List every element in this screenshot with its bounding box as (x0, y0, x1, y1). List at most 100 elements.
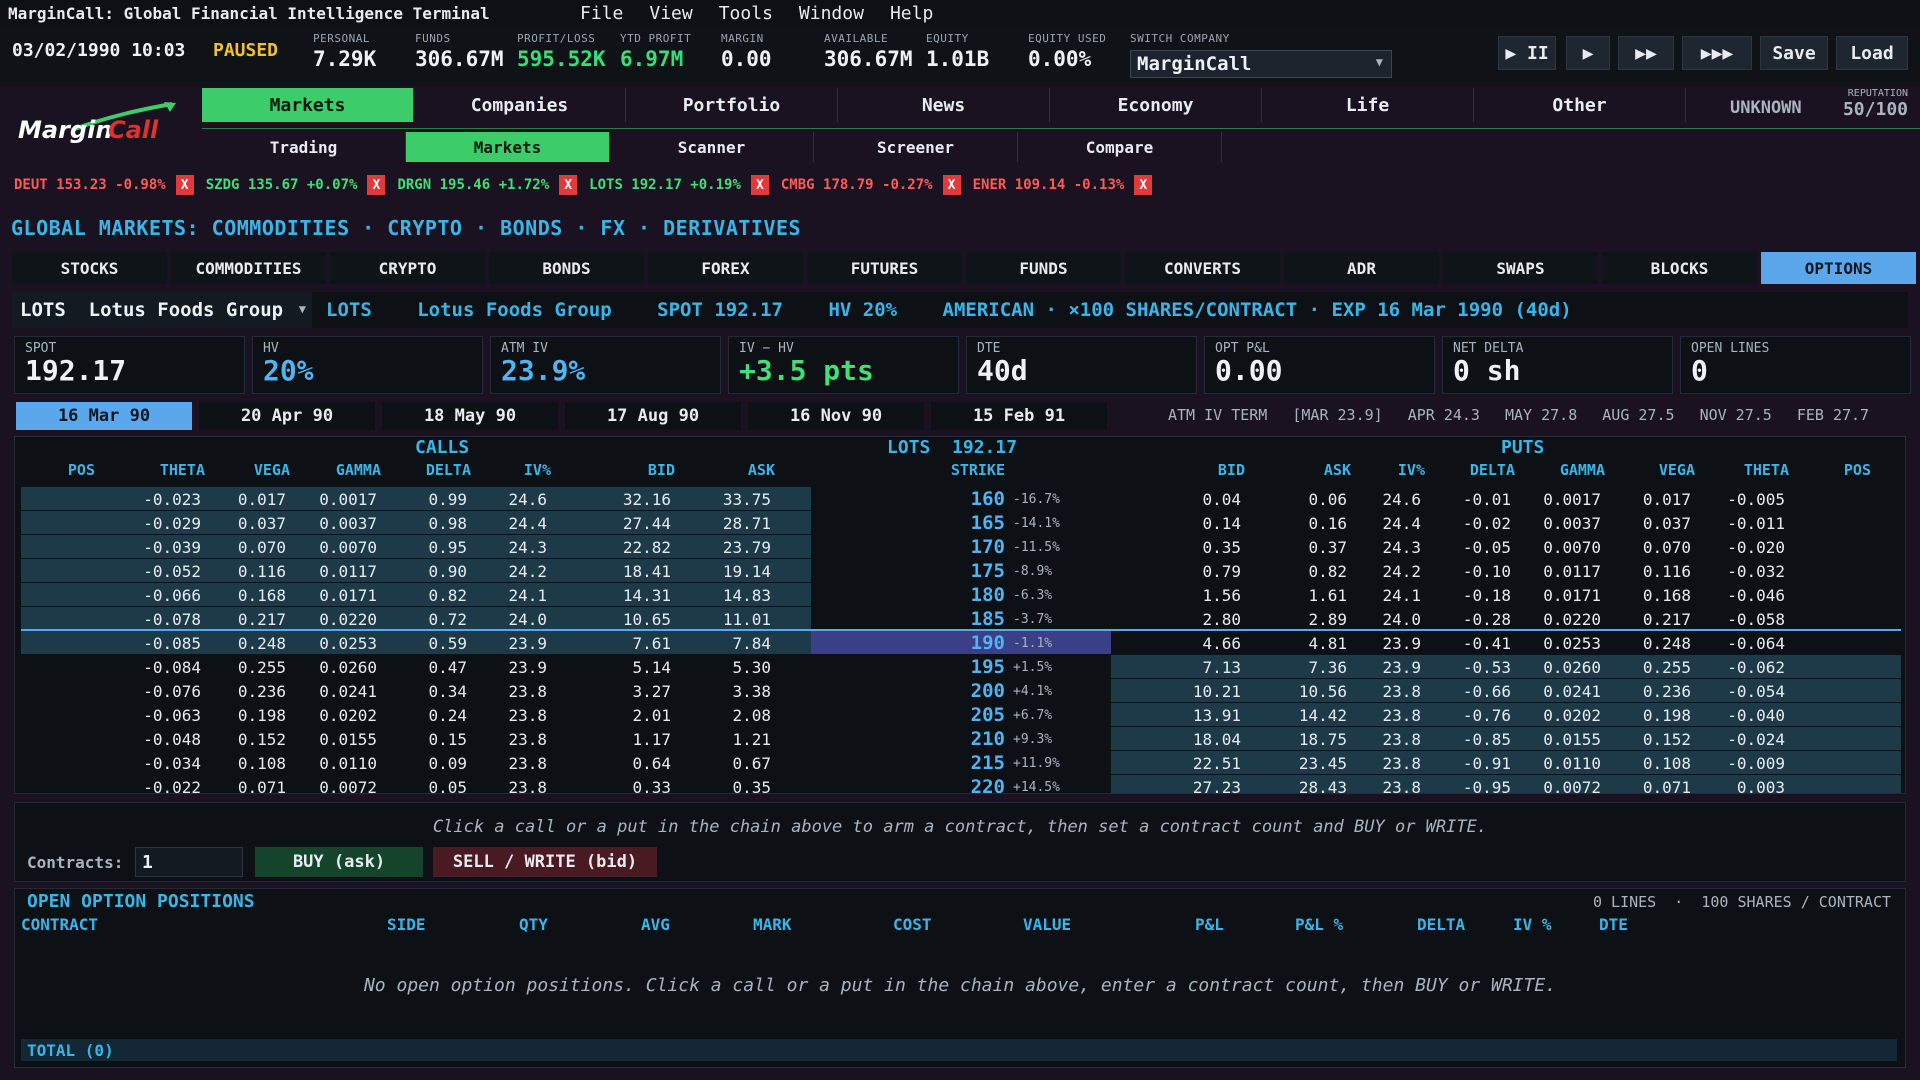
close-icon[interactable]: X (559, 175, 578, 195)
expiry-tab[interactable]: 16 Mar 90 (16, 402, 192, 430)
subnav-compare[interactable]: Compare (1018, 132, 1222, 162)
close-icon[interactable]: X (750, 175, 769, 195)
subnav-scanner[interactable]: Scanner (610, 132, 814, 162)
expiry-tab[interactable]: 15 Feb 91 (931, 402, 1107, 430)
nav-companies[interactable]: Companies (414, 88, 626, 122)
tab-forex[interactable]: FOREX (648, 252, 803, 284)
call-vega: 0.236 (237, 682, 286, 701)
col-put-iv: IV% (1397, 461, 1425, 479)
fastest-forward-button[interactable]: ▶▶▶ (1682, 36, 1752, 70)
ticker-item[interactable]: CMBG 178.79 -0.27% X (781, 175, 961, 195)
fast-forward-button[interactable]: ▶▶ (1618, 36, 1674, 70)
strike-price: 205 (970, 704, 1005, 726)
tab-commodities[interactable]: COMMODITIES (171, 252, 326, 284)
buy-button[interactable]: BUY (ask) (255, 847, 423, 877)
play-button[interactable]: ▶ (1566, 36, 1610, 70)
expiry-tab[interactable]: 20 Apr 90 (199, 402, 375, 430)
tab-swaps[interactable]: SWAPS (1443, 252, 1598, 284)
menu-help[interactable]: Help (890, 3, 933, 24)
tab-blocks[interactable]: BLOCKS (1602, 252, 1757, 284)
nav-markets[interactable]: Markets (202, 88, 414, 122)
put-gamma: 0.0241 (1543, 682, 1601, 701)
call-iv: 24.1 (508, 586, 547, 605)
margincall-logo: Margin Call (14, 100, 184, 150)
contracts-input[interactable]: 1 (135, 847, 243, 877)
company-select[interactable]: MarginCall ▼ (1130, 50, 1392, 78)
step-pause-button[interactable]: ▶ II (1498, 36, 1556, 70)
close-icon[interactable]: X (942, 175, 961, 195)
stat-margin: MARGIN 0.00 (721, 32, 772, 71)
expiry-tab[interactable]: 18 May 90 (382, 402, 558, 430)
nav-life[interactable]: Life (1262, 88, 1474, 122)
close-icon[interactable]: X (1134, 175, 1153, 195)
put-theta: -0.040 (1727, 706, 1785, 725)
tab-bonds[interactable]: BONDS (489, 252, 644, 284)
menu-tools[interactable]: Tools (719, 3, 773, 24)
sell-write-button[interactable]: SELL / WRITE (bid) (433, 847, 657, 877)
term-item: FEB 27.7 (1796, 406, 1870, 424)
tab-futures[interactable]: FUTURES (807, 252, 962, 284)
call-ask: 0.67 (732, 754, 771, 773)
col-side: SIDE (387, 915, 426, 934)
nav-economy[interactable]: Economy (1050, 88, 1262, 122)
expiry-tab[interactable]: 16 Nov 90 (748, 402, 924, 430)
put-iv: 23.9 (1382, 634, 1421, 653)
menu-view[interactable]: View (649, 3, 692, 24)
col-put-delta: DELTA (1469, 461, 1515, 479)
col-value: VALUE (1023, 915, 1072, 934)
put-ask: 0.82 (1308, 562, 1347, 581)
call-iv: 23.8 (508, 778, 547, 794)
load-button[interactable]: Load (1836, 36, 1908, 70)
metric-value: 0.00 (1215, 354, 1283, 387)
ticker-item[interactable]: ENER 109.14 -0.13% X (973, 175, 1153, 195)
subnav-screener[interactable]: Screener (814, 132, 1018, 162)
put-delta: -0.85 (1462, 730, 1511, 749)
close-icon[interactable]: X (175, 175, 194, 195)
metric-atm-iv: ATM IV 23.9% (490, 336, 721, 394)
expiry-tab[interactable]: 17 Aug 90 (565, 402, 741, 430)
nav-portfolio[interactable]: Portfolio (626, 88, 838, 122)
col-put-theta: THETA (1743, 461, 1789, 479)
chain-rows: -0.023 0.017 0.0017 0.99 24.6 32.16 33.75 0.04 0… (21, 487, 1901, 794)
subnav-markets[interactable]: Markets (406, 132, 610, 162)
ticker-text: CMBG 178.79 -0.27% (780, 177, 933, 193)
tab-crypto[interactable]: CRYPTO (330, 252, 485, 284)
put-iv: 24.1 (1382, 586, 1421, 605)
stat-value: 0.00 (721, 47, 772, 71)
stat-value: 306.67M (824, 47, 913, 71)
calls-label: CALLS (415, 437, 470, 458)
strike-moneyness: -11.5% (1013, 540, 1060, 555)
ticker-item[interactable]: DRGN 195.46 +1.72% X (397, 175, 578, 195)
put-iv: 23.8 (1382, 778, 1421, 794)
nav-news[interactable]: News (838, 88, 1050, 122)
put-delta: -0.95 (1462, 778, 1511, 794)
tab-adr[interactable]: ADR (1284, 252, 1439, 284)
symbol-row: LOTS Lotus Foods Group ▼ LOTS Lotus Food… (12, 292, 1908, 328)
save-button[interactable]: Save (1760, 36, 1828, 70)
put-ask: 18.75 (1298, 730, 1347, 749)
menu-file[interactable]: File (580, 3, 623, 24)
nav-other[interactable]: Other (1474, 88, 1686, 122)
put-vega: 0.071 (1642, 778, 1691, 794)
menu-window[interactable]: Window (799, 3, 864, 24)
ticker-item[interactable]: SZDG 135.67 +0.07% X (206, 175, 386, 195)
ticker-item[interactable]: DEUT 153.23 -0.98% X (14, 175, 194, 195)
put-ask: 14.42 (1298, 706, 1347, 725)
tab-converts[interactable]: CONVERTS (1125, 252, 1280, 284)
subnav-trading[interactable]: Trading (202, 132, 406, 162)
call-ask: 7.84 (732, 634, 771, 653)
ticker-item[interactable]: LOTS 192.17 +0.19% X (589, 175, 769, 195)
col-iv: IV % (1513, 915, 1552, 934)
call-gamma: 0.0220 (319, 610, 377, 629)
tab-stocks[interactable]: STOCKS (12, 252, 167, 284)
put-gamma: 0.0070 (1543, 538, 1601, 557)
tab-funds[interactable]: FUNDS (966, 252, 1121, 284)
tab-options[interactable]: OPTIONS (1761, 252, 1916, 284)
col-mark: MARK (753, 915, 792, 934)
call-theta: -0.085 (143, 634, 201, 653)
put-ask: 2.89 (1308, 610, 1347, 629)
call-bid: 22.82 (622, 538, 671, 557)
symbol-select[interactable]: LOTS Lotus Foods Group ▼ (12, 292, 312, 328)
close-icon[interactable]: X (367, 175, 386, 195)
put-vega: 0.037 (1642, 514, 1691, 533)
